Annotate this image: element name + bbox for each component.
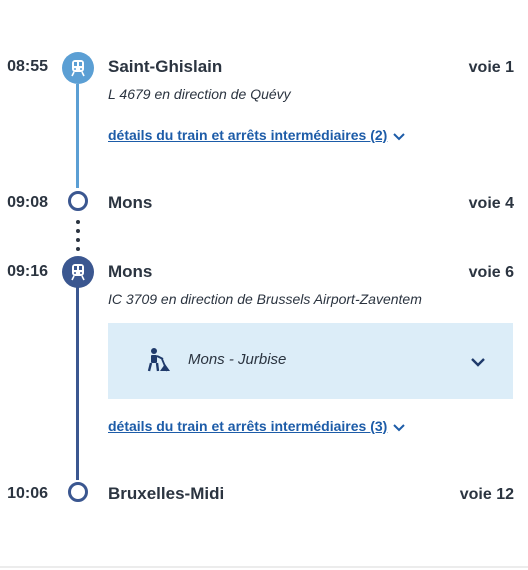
station-name: Mons bbox=[108, 262, 153, 281]
chevron-down-icon bbox=[393, 128, 406, 144]
track-number: voie 6 bbox=[468, 264, 514, 281]
train-icon bbox=[62, 52, 94, 84]
train-details-link[interactable]: détails du train et arrêts intermédiaire… bbox=[108, 418, 406, 435]
leg-1-line bbox=[76, 84, 79, 188]
roadworks-icon bbox=[146, 347, 170, 378]
train-icon bbox=[62, 256, 94, 288]
station-name: Saint-Ghislain bbox=[108, 57, 223, 76]
leg-2-line bbox=[76, 285, 79, 480]
details-link-label: détails du train et arrêts intermédiaire… bbox=[108, 418, 388, 434]
works-notice[interactable]: Mons - Jurbise bbox=[108, 323, 513, 399]
track-number: voie 4 bbox=[468, 195, 514, 212]
departure-time: 08:55 bbox=[7, 58, 48, 75]
train-direction: L 4679 en direction de Quévy bbox=[108, 86, 291, 102]
stop-node bbox=[68, 482, 88, 502]
transfer-dot bbox=[76, 229, 80, 233]
arrival-time: 10:06 bbox=[7, 485, 48, 502]
station-name: Bruxelles-Midi bbox=[108, 484, 225, 503]
departure-time: 09:16 bbox=[7, 263, 48, 280]
transfer-dot bbox=[76, 247, 80, 251]
transfer-dot bbox=[76, 238, 80, 242]
details-link-label: détails du train et arrêts intermédiaire… bbox=[108, 127, 388, 143]
track-number: voie 1 bbox=[468, 59, 514, 76]
track-number: voie 12 bbox=[459, 486, 514, 503]
train-details-link[interactable]: détails du train et arrêts intermédiaire… bbox=[108, 127, 406, 144]
stop-node bbox=[68, 191, 88, 211]
chevron-down-icon[interactable] bbox=[470, 354, 486, 372]
chevron-down-icon bbox=[393, 419, 406, 435]
divider bbox=[0, 566, 528, 568]
station-name: Mons bbox=[108, 193, 153, 212]
transfer-dot bbox=[76, 220, 80, 224]
works-notice-text: Mons - Jurbise bbox=[188, 351, 287, 368]
arrival-time: 09:08 bbox=[7, 194, 48, 211]
train-direction: IC 3709 en direction de Brussels Airport… bbox=[108, 291, 422, 307]
